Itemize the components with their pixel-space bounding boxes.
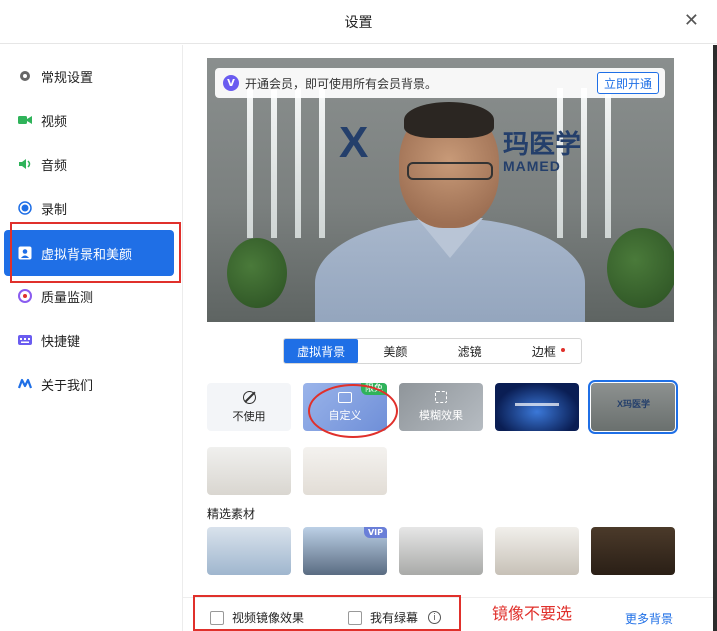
person-glasses <box>407 162 493 180</box>
wall-logo-mark: X <box>339 118 368 167</box>
close-icon[interactable]: ✕ <box>684 10 699 31</box>
sidebar-item-label: 常规设置 <box>41 70 94 86</box>
annotation-text: 镜像不要选 <box>492 604 573 623</box>
light-strip <box>581 88 587 238</box>
sidebar-item-label: 录制 <box>41 202 68 218</box>
light-strip <box>271 88 277 238</box>
bg-blur-tile[interactable]: 模糊效果 <box>399 383 483 431</box>
light-strip <box>605 88 611 238</box>
bg-room-tile[interactable] <box>303 447 387 495</box>
sidebar-item-video[interactable]: 视频 <box>0 98 183 142</box>
tab-border[interactable]: 边框 <box>507 339 581 363</box>
plant <box>227 238 287 308</box>
tab-label: 虚拟背景 <box>297 344 346 359</box>
vip-icon: V <box>223 75 239 91</box>
light-strip <box>319 88 325 238</box>
gauge-icon <box>18 289 32 303</box>
person-hair <box>404 102 494 138</box>
tab-label: 美颜 <box>383 344 408 359</box>
title-bar: 设置 ✕ <box>0 0 717 44</box>
sidebar-item-label: 音频 <box>41 158 68 174</box>
plant <box>607 228 674 308</box>
bg-featured-tile[interactable] <box>399 527 483 575</box>
bg-featured-tile[interactable] <box>207 527 291 575</box>
sidebar-item-shortcuts[interactable]: 快捷键 <box>0 318 183 362</box>
bg-none-tile[interactable]: 不使用 <box>207 383 291 431</box>
sidebar-item-about[interactable]: 关于我们 <box>0 362 183 406</box>
settings-window: 设置 ✕ 常规设置 视频 音频 录制 虚拟背景和美颜 质量监测 快捷键 关于我们… <box>0 0 717 631</box>
sidebar-item-label: 质量监测 <box>41 290 94 306</box>
annotation-ellipse <box>308 384 398 438</box>
featured-title: 精选素材 <box>207 507 256 521</box>
sidebar-item-label: 视频 <box>41 114 68 130</box>
prohibited-icon <box>242 390 256 404</box>
window-title: 设置 <box>344 15 373 31</box>
vip-banner-text: 开通会员，即可使用所有会员背景。 <box>245 76 438 91</box>
tab-label: 边框 <box>531 344 556 359</box>
annotation-box-footer <box>193 595 461 631</box>
wall-logo-subtext: MAMED <box>503 158 561 174</box>
bg-featured-tile[interactable] <box>495 527 579 575</box>
vip-banner: V 开通会员，即可使用所有会员背景。 立即开通 <box>215 68 665 98</box>
sidebar-item-audio[interactable]: 音频 <box>0 142 183 186</box>
logo-icon <box>17 377 33 391</box>
bg-room-tile[interactable] <box>207 447 291 495</box>
bg-tech-tile[interactable] <box>495 383 579 431</box>
open-vip-button[interactable]: 立即开通 <box>597 72 659 94</box>
light-strip <box>247 88 253 238</box>
record-icon <box>18 201 32 215</box>
annotation-box-sidebar <box>10 222 181 283</box>
sidebar-item-general[interactable]: 常规设置 <box>0 54 183 98</box>
tab-label: 滤镜 <box>457 344 482 359</box>
speaker-icon <box>18 157 32 171</box>
wall-logo-text: 玛医学 <box>503 129 582 159</box>
bg-office-tile-selected[interactable]: X玛医学 <box>588 380 678 434</box>
more-backgrounds-link[interactable]: 更多背景 <box>625 610 673 627</box>
tab-virtual-background[interactable]: 虚拟背景 <box>284 339 359 363</box>
new-dot-icon <box>561 348 565 352</box>
tile-logo-text: X玛医学 <box>617 399 651 409</box>
window-edge <box>713 45 717 631</box>
tile-label: 模糊效果 <box>419 409 463 422</box>
bg-featured-tile[interactable] <box>591 527 675 575</box>
vip-badge: VIP <box>363 527 387 538</box>
light-strip <box>295 88 301 238</box>
sidebar-item-label: 关于我们 <box>41 378 94 394</box>
tab-beauty[interactable]: 美颜 <box>358 339 432 363</box>
tile-label: 不使用 <box>232 409 266 423</box>
tab-filter[interactable]: 滤镜 <box>433 339 507 363</box>
keyboard-icon <box>18 333 32 347</box>
gear-icon <box>18 69 32 83</box>
bg-featured-tile[interactable]: VIP <box>303 527 387 575</box>
sidebar: 常规设置 视频 音频 录制 虚拟背景和美颜 质量监测 快捷键 关于我们 <box>0 45 183 631</box>
video-camera-icon <box>18 113 32 127</box>
sidebar-item-label: 快捷键 <box>41 334 81 350</box>
portrait-blur-icon <box>435 391 447 403</box>
effect-tabs: 虚拟背景 美颜 滤镜 边框 <box>283 338 582 364</box>
